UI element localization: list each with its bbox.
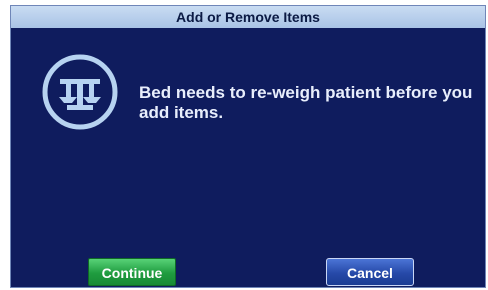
cancel-button[interactable]: Cancel <box>326 258 414 286</box>
scale-icon <box>42 54 118 130</box>
dialog: Add or Remove Items Bed needs to re-weig… <box>10 5 486 288</box>
continue-button[interactable]: Continue <box>88 258 176 286</box>
dialog-title: Add or Remove Items <box>11 6 485 28</box>
dialog-message: Bed needs to re-weigh patient before you… <box>139 83 473 122</box>
